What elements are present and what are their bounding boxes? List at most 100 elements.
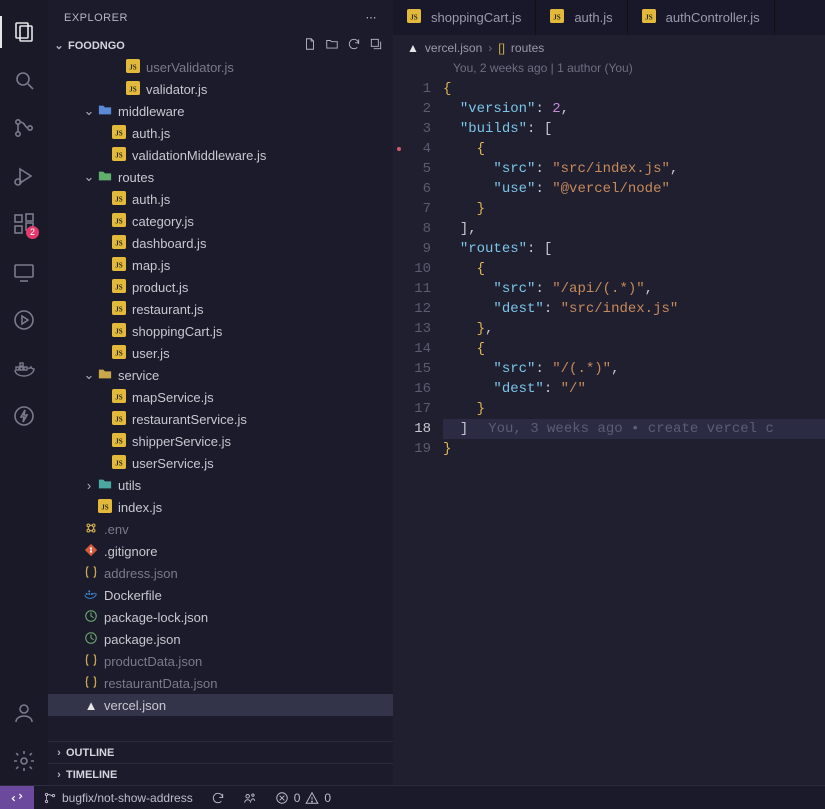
statusbar-remote-button[interactable] <box>0 786 34 809</box>
activitybar-docker-icon[interactable] <box>0 344 48 392</box>
refresh-icon[interactable] <box>347 37 361 54</box>
activitybar-search-icon[interactable] <box>0 56 48 104</box>
code-line[interactable]: { <box>443 259 825 279</box>
tree-file[interactable]: JScategory.js <box>48 210 393 232</box>
svg-text:JS: JS <box>115 393 123 401</box>
tree-folder[interactable]: ⌄routes <box>48 166 393 188</box>
sidebar-more-icon[interactable]: ⋯ <box>366 11 378 24</box>
code-line[interactable]: { <box>443 339 825 359</box>
tree-file[interactable]: package-lock.json <box>48 606 393 628</box>
tree-file[interactable]: restaurantData.json <box>48 672 393 694</box>
statusbar-branch[interactable]: bugfix/not-show-address <box>34 791 202 805</box>
tree-file[interactable]: productData.json <box>48 650 393 672</box>
activitybar-testing-icon[interactable] <box>0 296 48 344</box>
svg-text:JS: JS <box>115 415 123 423</box>
tree-file[interactable]: .gitignore <box>48 540 393 562</box>
tree-file[interactable]: JSshoppingCart.js <box>48 320 393 342</box>
new-folder-icon[interactable] <box>325 37 339 54</box>
tree-file[interactable]: JSvalidator.js <box>48 78 393 100</box>
folder-green-icon <box>96 169 114 186</box>
js-icon: JS <box>124 81 142 98</box>
code-line[interactable]: }, <box>443 319 825 339</box>
code-line[interactable]: ]You, 3 weeks ago • create vercel c <box>443 419 825 439</box>
editor-tab[interactable]: JSauthController.js <box>628 0 775 35</box>
collapse-all-icon[interactable] <box>369 37 383 54</box>
activitybar-thunder-icon[interactable] <box>0 392 48 440</box>
code-line[interactable]: "src": "src/index.js", <box>443 159 825 179</box>
chevron-right-icon: › <box>52 747 66 759</box>
chevron-down-icon[interactable]: ⌄ <box>82 169 96 185</box>
svg-text:JS: JS <box>115 151 123 159</box>
statusbar-sync-icon[interactable] <box>202 791 234 805</box>
tree-folder[interactable]: ›utils <box>48 474 393 496</box>
activitybar-settings-icon[interactable] <box>0 737 48 785</box>
tree-file[interactable]: Dockerfile <box>48 584 393 606</box>
tree-file[interactable]: JSmapService.js <box>48 386 393 408</box>
code-line[interactable]: "use": "@vercel/node" <box>443 179 825 199</box>
code-line[interactable]: "builds": [ <box>443 119 825 139</box>
project-section-header[interactable]: ⌄FOODNGO <box>48 35 393 56</box>
tree-folder[interactable]: ⌄service <box>48 364 393 386</box>
activitybar-explorer-icon[interactable] <box>0 8 48 56</box>
tree-file[interactable]: JSuser.js <box>48 342 393 364</box>
tree-file[interactable]: JSproduct.js <box>48 276 393 298</box>
code-line[interactable]: } <box>443 439 825 459</box>
tree-file[interactable]: JSmap.js <box>48 254 393 276</box>
code-line[interactable]: { <box>443 139 825 159</box>
code-line[interactable]: } <box>443 199 825 219</box>
tree-file[interactable]: package.json <box>48 628 393 650</box>
svg-text:JS: JS <box>101 503 109 511</box>
svg-text:JS: JS <box>115 217 123 225</box>
tree-file[interactable]: JSuserValidator.js <box>48 56 393 78</box>
tree-file[interactable]: JSvalidationMiddleware.js <box>48 144 393 166</box>
code-line[interactable]: "dest": "/" <box>443 379 825 399</box>
statusbar-problems[interactable]: 0 0 <box>266 791 340 805</box>
tree-item-label: auth.js <box>132 126 170 141</box>
js-icon: JS <box>110 433 128 450</box>
tree-file[interactable]: JSuserService.js <box>48 452 393 474</box>
code-line[interactable]: "dest": "src/index.js" <box>443 299 825 319</box>
code-line[interactable]: "version": 2, <box>443 99 825 119</box>
editor-tab[interactable]: JSauth.js <box>536 0 627 35</box>
tree-file[interactable]: JSauth.js <box>48 122 393 144</box>
activitybar-remote-icon[interactable] <box>0 248 48 296</box>
chevron-down-icon[interactable]: ⌄ <box>82 367 96 383</box>
code-lines[interactable]: { "version": 2, "builds": [ { "src": "sr… <box>443 79 825 785</box>
code-line[interactable]: ], <box>443 219 825 239</box>
tree-file[interactable]: JSrestaurant.js <box>48 298 393 320</box>
tree-file[interactable]: ▲vercel.json <box>48 694 393 716</box>
activitybar-account-icon[interactable] <box>0 689 48 737</box>
code-line[interactable]: { <box>443 79 825 99</box>
timeline-panel-header[interactable]: ›TIMELINE <box>48 763 393 785</box>
tree-file[interactable]: JSshipperService.js <box>48 430 393 452</box>
statusbar-live-share-icon[interactable] <box>234 791 266 805</box>
chevron-right-icon[interactable]: › <box>82 478 96 493</box>
code-line[interactable]: "src": "/api/(.*)", <box>443 279 825 299</box>
status-bar: bugfix/not-show-address 0 0 <box>0 785 825 809</box>
tree-folder[interactable]: ⌄middleware <box>48 100 393 122</box>
code-line[interactable]: } <box>443 399 825 419</box>
tree-file[interactable]: JSindex.js <box>48 496 393 518</box>
tree-file[interactable]: JSrestaurantService.js <box>48 408 393 430</box>
file-tree[interactable]: JSuserValidator.jsJSvalidator.js⌄middlew… <box>48 56 393 741</box>
tree-file[interactable]: address.json <box>48 562 393 584</box>
tree-file[interactable]: JSauth.js <box>48 188 393 210</box>
chevron-down-icon[interactable]: ⌄ <box>82 103 96 119</box>
activitybar-debug-icon[interactable] <box>0 152 48 200</box>
breadcrumb[interactable]: ▲ vercel.json › [] routes <box>393 35 825 61</box>
outline-panel-header[interactable]: ›OUTLINE <box>48 741 393 763</box>
line-number: 6 <box>393 179 431 199</box>
tree-item-label: Dockerfile <box>104 588 162 603</box>
code-line[interactable]: "src": "/(.*)", <box>443 359 825 379</box>
line-number: 12 <box>393 299 431 319</box>
activitybar-extensions-icon[interactable]: 2 <box>0 200 48 248</box>
new-file-icon[interactable] <box>303 37 317 54</box>
code-line[interactable]: "routes": [ <box>443 239 825 259</box>
code-editor[interactable]: 12345678910111213141516171819 { "version… <box>393 79 825 785</box>
git-authors-annotation[interactable]: You, 2 weeks ago | 1 author (You) <box>393 61 825 79</box>
editor-area: JSshoppingCart.jsJSauth.jsJSauthControll… <box>393 0 825 785</box>
editor-tab[interactable]: JSshoppingCart.js <box>393 0 536 35</box>
tree-file[interactable]: JSdashboard.js <box>48 232 393 254</box>
activitybar-scm-icon[interactable] <box>0 104 48 152</box>
tree-file[interactable]: .env <box>48 518 393 540</box>
